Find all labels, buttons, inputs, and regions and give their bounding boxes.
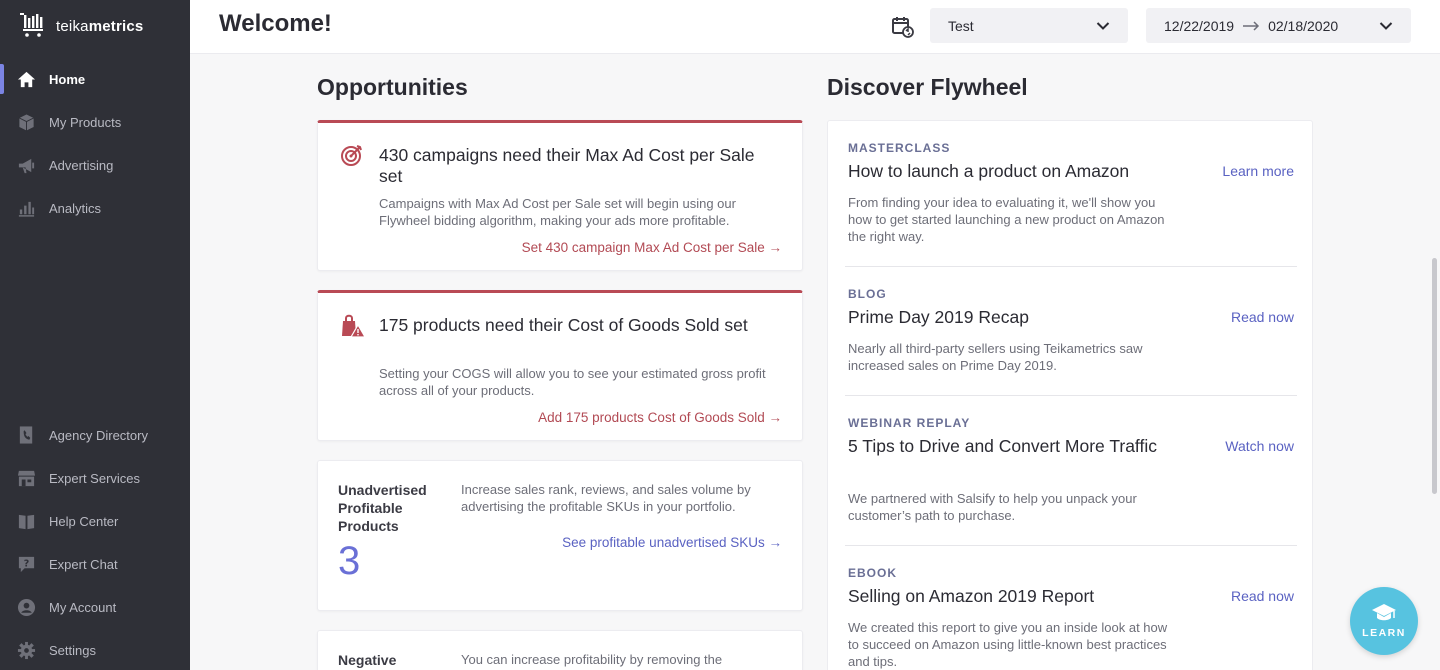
- gear-icon: [17, 641, 36, 659]
- megaphone-icon: [18, 158, 35, 173]
- sidebar-item-label: Expert Services: [49, 470, 141, 486]
- item-description: Nearly all third-party sellers using Tei…: [848, 341, 1143, 373]
- sidebar-item-label: Analytics: [49, 200, 102, 216]
- sidebar-item-analytics[interactable]: Analytics: [0, 193, 190, 223]
- discover-item-ebook: EBOOK Selling on Amazon 2019 Report Read…: [848, 566, 1294, 669]
- sidebar-item-advertising[interactable]: Advertising: [0, 150, 190, 180]
- unadvertised-products-card: Unadvertised Profitable Products 3 Incre…: [317, 460, 803, 611]
- chevron-down-icon: [1096, 21, 1110, 30]
- card-description: Increase sales rank, reviews, and sales …: [461, 482, 751, 514]
- item-title[interactable]: Selling on Amazon 2019 Report: [848, 586, 1168, 607]
- sidebar-item-label: Settings: [49, 642, 96, 658]
- item-description: We partnered with Salsify to help you un…: [848, 491, 1137, 523]
- add-cogs-link[interactable]: Add 175 products Cost of Goods Sold →: [538, 410, 782, 425]
- item-title[interactable]: How to launch a product on Amazon: [848, 161, 1168, 182]
- divider: [845, 395, 1297, 396]
- bar-chart-icon: [18, 201, 35, 217]
- sidebar-item-my-account[interactable]: My Account: [0, 592, 190, 622]
- sidebar-item-label: My Products: [49, 114, 122, 130]
- item-description: We created this report to give you an in…: [848, 620, 1168, 669]
- account-select-value: Test: [948, 17, 974, 34]
- discover-item-blog: BLOG Prime Day 2019 Recap Read now Nearl…: [848, 287, 1294, 373]
- sidebar-item-label: Expert Chat: [49, 556, 118, 572]
- cart-logo-icon: [20, 13, 43, 37]
- opportunities-title: Opportunities: [317, 74, 468, 100]
- header: Welcome! Test 12/22/2019 02/18/2020: [190, 0, 1440, 54]
- discover-item-masterclass: MASTERCLASS How to launch a product on A…: [848, 141, 1294, 244]
- card-description: Campaigns with Max Ad Cost per Sale set …: [379, 196, 736, 228]
- discover-title: Discover Flywheel: [827, 74, 1028, 100]
- arrow-right-icon: [1243, 20, 1260, 31]
- calendar-compare-button[interactable]: [890, 14, 916, 40]
- sidebar-item-home[interactable]: Home: [0, 64, 190, 94]
- page-title: Welcome!: [219, 10, 332, 37]
- card-description: Setting your COGS will allow you to see …: [379, 366, 766, 398]
- stat-value: 3: [338, 539, 361, 583]
- item-description: From finding your idea to evaluating it,…: [848, 195, 1165, 244]
- user-circle-icon: [17, 598, 36, 616]
- stat-label: Unadvertised Profitable Products: [338, 482, 427, 534]
- sidebar-item-settings[interactable]: Settings: [0, 635, 190, 665]
- bag-warning-icon: [342, 314, 366, 338]
- phone-book-icon: [19, 426, 33, 444]
- item-title[interactable]: Prime Day 2019 Recap: [848, 307, 1168, 328]
- discover-panel: MASTERCLASS How to launch a product on A…: [827, 120, 1313, 670]
- item-category: EBOOK: [848, 566, 898, 580]
- stat-label: Negative: [338, 652, 397, 668]
- sidebar-item-help-center[interactable]: Help Center: [0, 506, 190, 536]
- divider: [845, 545, 1297, 546]
- sidebar-item-agency-directory[interactable]: Agency Directory: [0, 420, 190, 450]
- sidebar-item-label: My Account: [49, 599, 117, 615]
- logo[interactable]: teikametrics: [18, 12, 143, 40]
- calendar-sync-icon: [892, 17, 914, 38]
- card-heading: 430 campaigns need their Max Ad Cost per…: [379, 145, 755, 186]
- graduation-cap-icon: [1372, 604, 1396, 621]
- sidebar-item-label: Agency Directory: [49, 427, 148, 443]
- card-description: You can increase profitability by removi…: [461, 652, 723, 667]
- opportunity-card-cogs: 175 products need their Cost of Goods So…: [317, 290, 803, 441]
- chat-question-icon: ?: [18, 556, 35, 572]
- item-title[interactable]: 5 Tips to Drive and Convert More Traffic: [848, 436, 1168, 457]
- sidebar: teikametrics Home My Products Advertisin…: [0, 0, 190, 670]
- card-heading: 175 products need their Cost of Goods So…: [379, 315, 748, 335]
- negative-keywords-card: Negative You can increase profitability …: [317, 630, 803, 670]
- item-category: MASTERCLASS: [848, 141, 951, 155]
- book-icon: [18, 514, 35, 529]
- account-select[interactable]: Test: [930, 8, 1128, 43]
- date-start: 12/22/2019: [1164, 17, 1235, 34]
- box-icon: [18, 112, 35, 132]
- date-end: 02/18/2020: [1268, 17, 1339, 34]
- set-max-ad-cost-link[interactable]: Set 430 campaign Max Ad Cost per Sale →: [522, 240, 782, 255]
- date-range-picker[interactable]: 12/22/2019 02/18/2020: [1146, 8, 1411, 43]
- item-category: WEBINAR REPLAY: [848, 416, 971, 430]
- storefront-icon: [17, 470, 36, 486]
- opportunity-card-campaigns: 430 campaigns need their Max Ad Cost per…: [317, 120, 803, 271]
- page-scrollbar[interactable]: [1432, 258, 1437, 494]
- divider: [845, 266, 1297, 267]
- target-icon: [341, 145, 362, 166]
- item-category: BLOG: [848, 287, 887, 301]
- chevron-down-icon: [1379, 21, 1393, 30]
- learn-label: LEARN: [1362, 627, 1406, 639]
- read-now-link[interactable]: Read now: [1231, 588, 1294, 604]
- learn-button[interactable]: LEARN: [1350, 587, 1418, 655]
- see-unadvertised-skus-link[interactable]: See profitable unadvertised SKUs →: [562, 535, 782, 550]
- discover-item-webinar: WEBINAR REPLAY 5 Tips to Drive and Conve…: [848, 416, 1294, 523]
- read-now-link[interactable]: Read now: [1231, 309, 1294, 325]
- sidebar-item-expert-services[interactable]: Expert Services: [0, 463, 190, 493]
- sidebar-item-expert-chat[interactable]: ? Expert Chat: [0, 549, 190, 579]
- learn-more-link[interactable]: Learn more: [1222, 163, 1294, 179]
- watch-now-link[interactable]: Watch now: [1225, 438, 1294, 454]
- svg-text:?: ?: [24, 558, 30, 569]
- sidebar-item-label: Help Center: [49, 513, 119, 529]
- sidebar-item-label: Home: [49, 71, 86, 87]
- home-icon: [17, 71, 36, 87]
- sidebar-item-my-products[interactable]: My Products: [0, 107, 190, 137]
- sidebar-item-label: Advertising: [49, 157, 114, 173]
- brand-name: teikametrics: [56, 17, 144, 35]
